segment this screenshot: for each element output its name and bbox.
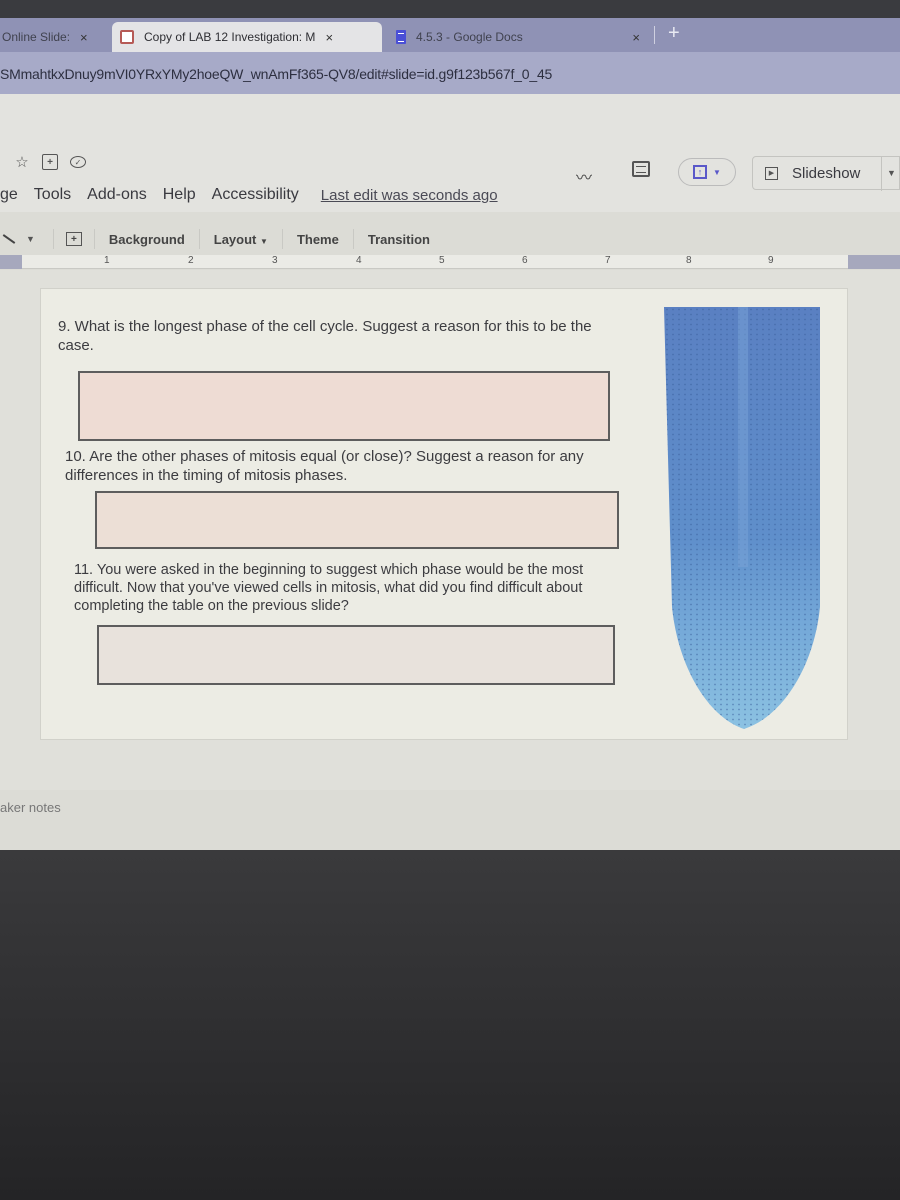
- menu-help[interactable]: Help: [163, 186, 196, 204]
- screen: Online Slide: × Copy of LAB 12 Investiga…: [0, 0, 900, 850]
- line-tool-icon[interactable]: [2, 234, 16, 244]
- question-9-answer-box[interactable]: [78, 371, 610, 441]
- monitor-bezel: [0, 0, 900, 18]
- divider: [198, 229, 200, 249]
- tab-strip: Online Slide: × Copy of LAB 12 Investiga…: [0, 18, 900, 52]
- ruler-number: 6: [522, 255, 528, 266]
- question-10-text[interactable]: 10. Are the other phases of mitosis equa…: [65, 447, 625, 485]
- question-11-text[interactable]: 11. You were asked in the beginning to s…: [74, 561, 614, 615]
- transition-button[interactable]: Transition: [362, 232, 436, 247]
- divider: [352, 229, 354, 249]
- menu-add-ons[interactable]: Add-ons: [87, 186, 147, 204]
- play-icon: ▶: [765, 166, 778, 180]
- root-tip-micrograph[interactable]: [664, 307, 824, 731]
- tab-lab12-investigation[interactable]: Copy of LAB 12 Investigation: M ×: [112, 22, 382, 52]
- background-button[interactable]: Background: [103, 232, 191, 247]
- ruler-number: 2: [188, 255, 194, 266]
- monitor-bottom-bezel: [0, 850, 900, 1200]
- close-icon[interactable]: ×: [80, 30, 88, 45]
- address-bar[interactable]: SMmahtkxDnuy9mVI0YRxYMy2hoeQW_wnAmFf365-…: [0, 52, 900, 94]
- tab-online-slides[interactable]: Online Slide: ×: [0, 22, 96, 52]
- slideshow-label: Slideshow: [792, 164, 861, 182]
- divider: [93, 229, 95, 249]
- docs-favicon-icon: [396, 30, 406, 44]
- chevron-down-icon[interactable]: ▼: [26, 234, 35, 244]
- ruler-number: 5: [439, 255, 445, 266]
- star-icon[interactable]: ☆: [14, 154, 30, 171]
- root-tip-vascular-column: [738, 307, 748, 567]
- new-tab-button[interactable]: +: [668, 22, 680, 45]
- ruler-number: 8: [686, 255, 692, 266]
- tab-google-docs[interactable]: 4.5.3 - Google Docs ×: [388, 22, 648, 52]
- layout-label: Layout: [213, 231, 257, 247]
- close-icon[interactable]: ×: [632, 30, 640, 45]
- theme-button[interactable]: Theme: [291, 232, 345, 247]
- ruler-number: 9: [768, 255, 774, 266]
- menu-bar: ge Tools Add-ons Help Accessibility Last…: [0, 186, 514, 204]
- ruler-number: 3: [272, 255, 278, 266]
- tab-label: Copy of LAB 12 Investigation: M: [144, 30, 316, 44]
- horizontal-ruler[interactable]: 1 2 3 4 5 6 7 8 9: [22, 255, 848, 269]
- divider: [881, 157, 882, 191]
- menu-accessibility[interactable]: Accessibility: [212, 186, 299, 204]
- tab-label: 4.5.3 - Google Docs: [416, 30, 523, 44]
- chevron-down-icon: ▼: [260, 236, 268, 246]
- menu-arrange[interactable]: ge: [0, 186, 18, 204]
- divider: [281, 229, 283, 249]
- present-to-meeting-icon: ↑: [693, 165, 708, 179]
- divider: [52, 229, 54, 249]
- ruler-margin: [848, 255, 900, 269]
- ruler-number: 1: [104, 255, 110, 266]
- present-meet-button[interactable]: ↑ ▼: [678, 158, 736, 186]
- toolbar: ▼ + Background Layout ▼ Theme Transition: [0, 226, 436, 252]
- layout-button[interactable]: Layout ▼: [208, 232, 274, 247]
- question-10-answer-box[interactable]: [95, 491, 619, 549]
- tab-label: Online Slide:: [2, 30, 71, 44]
- slideshow-button[interactable]: ▶ Slideshow ▼: [752, 156, 900, 191]
- chevron-down-icon: ▼: [713, 167, 721, 177]
- ruler-margin: [0, 255, 22, 269]
- ruler-number: 4: [356, 255, 362, 266]
- menu-tools[interactable]: Tools: [34, 186, 71, 204]
- comment-history-icon[interactable]: [632, 161, 650, 177]
- ruler-number: 7: [605, 255, 611, 266]
- app-header: ☆ + ✓ ge Tools Add-ons Help Accessibilit…: [0, 94, 900, 212]
- url-text[interactable]: SMmahtkxDnuy9mVI0YRxYMy2hoeQW_wnAmFf365-…: [0, 66, 552, 82]
- tab-separator: [654, 26, 655, 44]
- doc-title-icons: ☆ + ✓: [14, 154, 86, 171]
- speaker-notes-label[interactable]: aker notes: [0, 800, 61, 815]
- slides-favicon-icon: [120, 30, 134, 44]
- move-to-folder-icon[interactable]: +: [42, 154, 58, 170]
- close-icon[interactable]: ×: [325, 30, 333, 45]
- activity-dashboard-icon[interactable]: 〰: [576, 164, 592, 188]
- last-edit-link[interactable]: Last edit was seconds ago: [321, 187, 498, 204]
- add-comment-icon[interactable]: +: [65, 232, 82, 246]
- question-9-text[interactable]: 9. What is the longest phase of the cell…: [58, 317, 618, 355]
- question-11-answer-box[interactable]: [97, 625, 615, 685]
- slideshow-dropdown-icon[interactable]: ▼: [887, 168, 896, 178]
- cloud-saved-icon[interactable]: ✓: [70, 156, 86, 168]
